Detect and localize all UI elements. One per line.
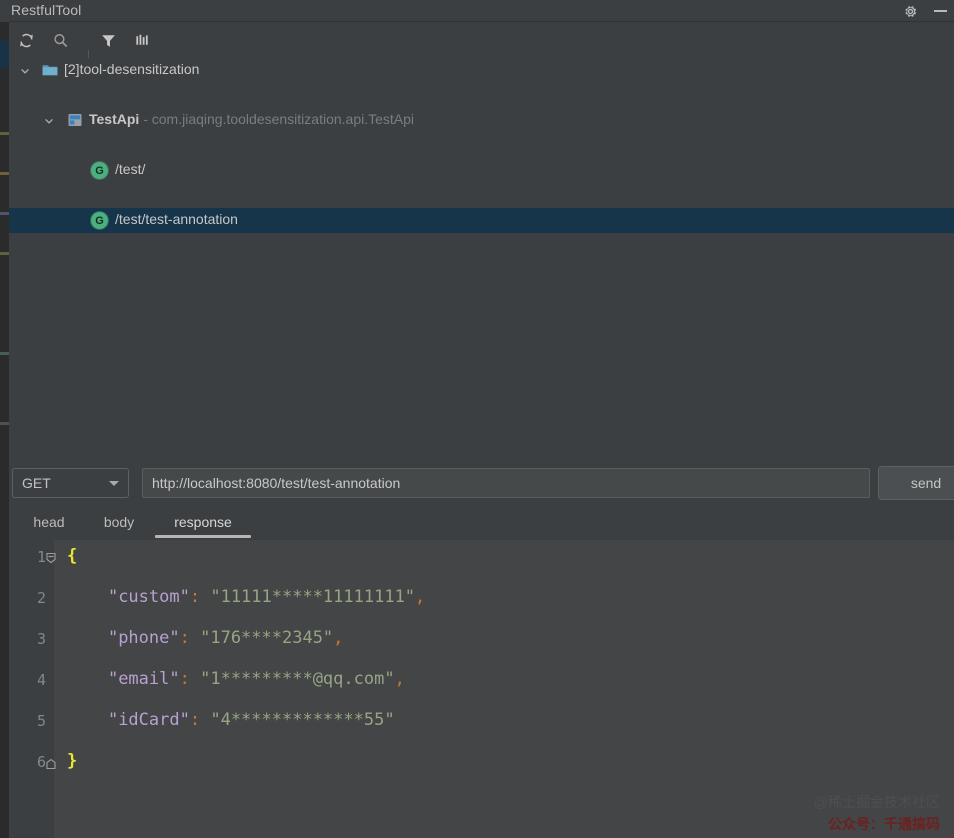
code-line: "phone": "176****2345", bbox=[67, 628, 343, 648]
json-key: "phone" bbox=[107, 628, 180, 648]
code-line: "idCard": "4*************55" bbox=[67, 710, 395, 730]
title-bar: RestfulTool bbox=[0, 0, 954, 22]
tree-row-controller[interactable]: TestApi - com.jiaqing.tooldesensitizatio… bbox=[9, 108, 954, 133]
background-editor-sliver bbox=[0, 22, 9, 838]
tab-body[interactable]: body bbox=[88, 504, 150, 540]
line-number: 5 bbox=[36, 712, 46, 730]
json-value: "4*************55" bbox=[210, 710, 395, 730]
json-value: "176****2345" bbox=[200, 628, 334, 648]
code-line: { bbox=[67, 546, 77, 566]
gear-icon[interactable] bbox=[903, 4, 918, 19]
fold-expand-icon[interactable] bbox=[45, 757, 57, 770]
refresh-icon[interactable] bbox=[15, 29, 37, 51]
window-title: RestfulTool bbox=[11, 2, 82, 18]
minimize-icon[interactable] bbox=[932, 4, 948, 19]
group-icon[interactable] bbox=[131, 29, 153, 51]
json-value: "11111*****11111111" bbox=[210, 587, 416, 607]
json-colon: : bbox=[179, 669, 190, 689]
endpoint-label: /test/test-annotation bbox=[115, 211, 238, 227]
watermark-secondary: 公众号：千通搞码 bbox=[828, 816, 940, 832]
json-comma: , bbox=[394, 669, 405, 689]
json-close-brace: } bbox=[67, 751, 78, 771]
json-key: "custom" bbox=[107, 587, 190, 607]
line-number: 6 bbox=[36, 753, 46, 771]
json-colon: : bbox=[189, 587, 201, 607]
tree-row-endpoint[interactable]: G /test/test-annotation bbox=[9, 208, 954, 233]
controller-fqn: - com.jiaqing.tooldesensitization.api.Te… bbox=[139, 111, 415, 127]
response-editor[interactable]: 1 2 3 4 5 6 { "custom": "11111*****11111… bbox=[9, 540, 954, 838]
json-open-brace: { bbox=[67, 546, 78, 566]
line-number: 1 bbox=[36, 548, 46, 566]
chevron-down-icon[interactable] bbox=[109, 481, 119, 486]
restfultool-window: RestfulTool [2]tool-desensitization Test… bbox=[0, 0, 954, 838]
json-comma: , bbox=[333, 628, 344, 648]
fold-collapse-icon[interactable] bbox=[45, 551, 57, 564]
endpoint-label: /test/ bbox=[115, 161, 146, 177]
http-method-value: GET bbox=[22, 475, 51, 491]
line-number: 3 bbox=[36, 630, 46, 648]
json-key: "idCard" bbox=[107, 710, 190, 730]
tab-response[interactable]: response bbox=[155, 504, 251, 540]
tree-module-label: [2]tool-desensitization bbox=[64, 61, 200, 77]
tree-toolbar bbox=[9, 22, 954, 68]
folder-icon bbox=[42, 63, 58, 77]
endpoint-tree[interactable]: [2]tool-desensitization TestApi - com.ji… bbox=[9, 58, 954, 458]
get-method-badge-icon: G bbox=[91, 212, 108, 229]
request-tabs: head body response bbox=[9, 504, 954, 540]
code-line: "custom": "11111*****11111111", bbox=[67, 587, 425, 607]
json-value: "1*********@qq.com" bbox=[200, 669, 395, 689]
chevron-down-icon[interactable] bbox=[20, 66, 30, 76]
line-number: 2 bbox=[36, 589, 46, 607]
tree-row-module[interactable]: [2]tool-desensitization bbox=[9, 58, 954, 83]
watermark-primary: @稀土掘金技术社区 bbox=[813, 794, 940, 810]
tree-controller-label: TestApi - com.jiaqing.tooldesensitizatio… bbox=[89, 111, 414, 127]
code-line: } bbox=[67, 751, 77, 771]
line-number-gutter: 1 2 3 4 5 6 bbox=[9, 540, 57, 838]
filter-icon[interactable] bbox=[97, 29, 119, 51]
get-method-badge-icon: G bbox=[91, 162, 108, 179]
tree-row-endpoint[interactable]: G /test/ bbox=[9, 158, 954, 183]
http-method-select[interactable]: GET bbox=[12, 468, 129, 498]
send-button[interactable]: send bbox=[878, 466, 954, 500]
request-bar: GET http://localhost:8080/test/test-anno… bbox=[9, 462, 954, 504]
json-key: "email" bbox=[107, 669, 180, 689]
controller-name: TestApi bbox=[89, 111, 140, 127]
search-icon[interactable] bbox=[49, 29, 71, 51]
json-colon: : bbox=[189, 710, 201, 730]
code-line: "email": "1*********@qq.com", bbox=[67, 669, 405, 689]
tab-head[interactable]: head bbox=[18, 504, 80, 540]
chevron-down-icon[interactable] bbox=[44, 116, 54, 126]
line-number: 4 bbox=[36, 671, 46, 689]
json-colon: : bbox=[179, 628, 190, 648]
url-input[interactable]: http://localhost:8080/test/test-annotati… bbox=[142, 468, 870, 498]
class-icon bbox=[67, 112, 83, 128]
json-comma: , bbox=[415, 587, 426, 607]
